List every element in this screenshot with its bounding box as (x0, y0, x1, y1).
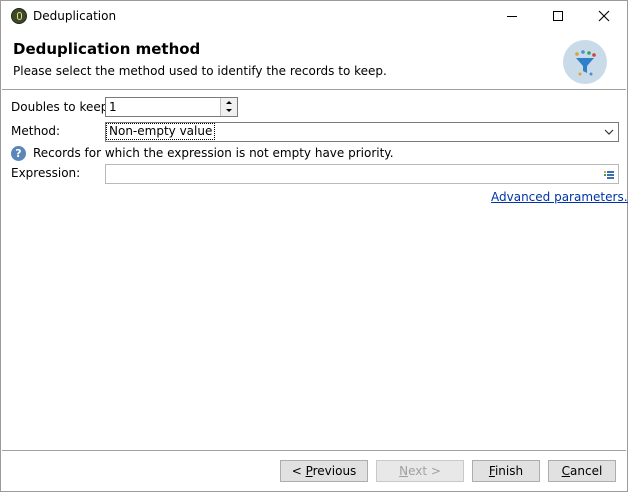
header-separator (2, 89, 626, 90)
next-mnemonic: N (399, 464, 409, 478)
previous-mnemonic: P (305, 464, 313, 478)
question-mark-icon: ? (11, 146, 26, 161)
previous-button[interactable]: < Previous (280, 460, 368, 482)
footer-separator (2, 450, 626, 451)
next-button[interactable]: Next > (376, 460, 464, 482)
window-title: Deduplication (33, 9, 117, 23)
advanced-parameters-link[interactable]: Advanced parameters... (491, 190, 628, 204)
cancel-button[interactable]: Cancel (548, 460, 616, 482)
funnel-filter-icon (563, 40, 607, 84)
page-subtitle: Please select the method used to identif… (13, 64, 387, 78)
previous-rest: revious (312, 464, 357, 478)
cancel-mnemonic: C (561, 464, 571, 478)
expression-field[interactable] (105, 164, 619, 184)
deduplication-window: Deduplication Deduplication method Pleas… (0, 0, 628, 492)
previous-prefix: < (291, 464, 306, 478)
expression-editor-icon[interactable] (601, 166, 617, 182)
method-select[interactable]: Non-empty value (105, 122, 619, 142)
method-info-text: Records for which the expression is not … (33, 146, 394, 160)
next-rest: ext > (408, 464, 441, 478)
doubles-to-keep-label: Doubles to keep: (11, 100, 113, 114)
finish-button[interactable]: Finish (472, 460, 540, 482)
cancel-rest: ancel (570, 464, 603, 478)
minimize-button[interactable] (489, 1, 535, 31)
page-title: Deduplication method (13, 40, 201, 58)
doubles-to-keep-value[interactable]: 1 (109, 100, 117, 114)
doubles-to-keep-stepper[interactable]: 1 (105, 97, 238, 117)
stepper-down-button[interactable] (221, 107, 237, 116)
stepper-buttons (220, 98, 237, 116)
page-header: Deduplication method Please select the m… (2, 32, 626, 89)
close-button[interactable] (581, 1, 627, 31)
close-icon (598, 10, 610, 22)
chevron-down-icon[interactable] (601, 124, 617, 140)
maximize-button[interactable] (535, 1, 581, 31)
title-bar[interactable]: Deduplication (1, 1, 627, 31)
app-icon (11, 8, 27, 24)
method-label: Method: (11, 124, 61, 138)
method-selected-value[interactable]: Non-empty value (105, 123, 216, 140)
expression-label: Expression: (11, 166, 81, 180)
finish-rest: inish (494, 464, 524, 478)
